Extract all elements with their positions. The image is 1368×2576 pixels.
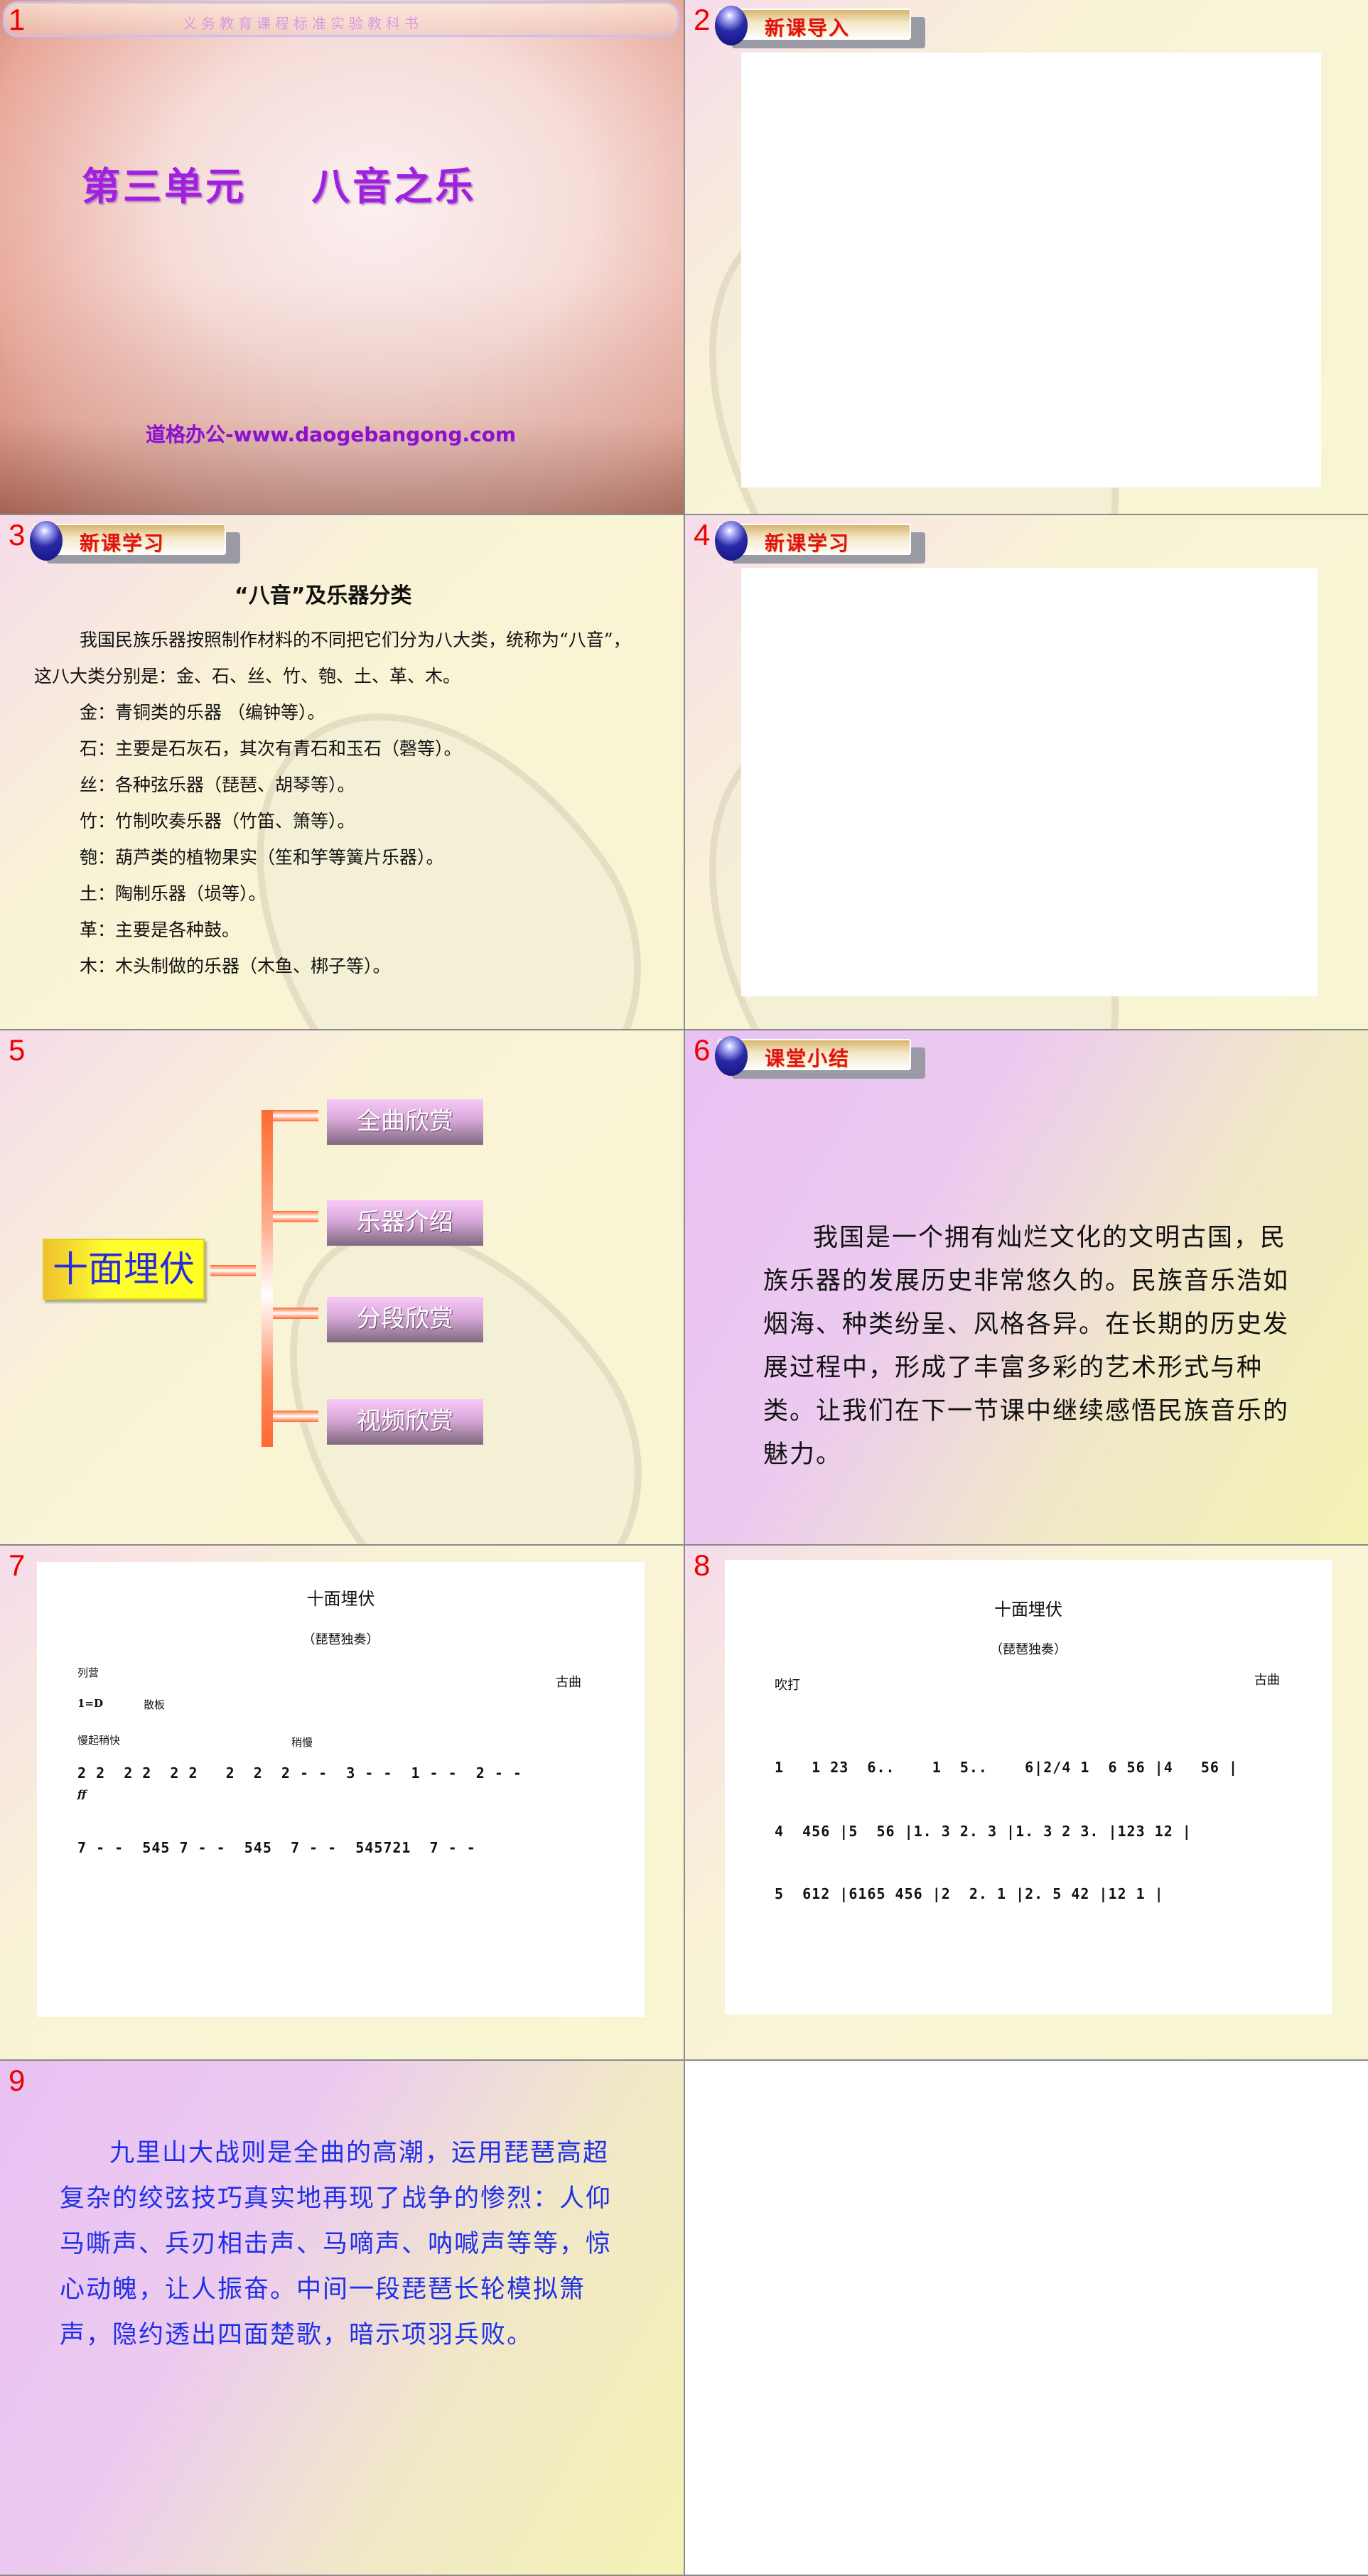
- badge-label: 新课学习: [80, 532, 166, 555]
- stage-photo: [0, 279, 684, 514]
- slide-thumbnail-4[interactable]: 4 新课学习: [685, 515, 1368, 1029]
- slide-number: 5: [9, 1033, 26, 1067]
- badge-label: 课堂小结: [765, 1047, 851, 1070]
- empty-cell: [685, 2061, 1368, 2575]
- slide-number: 2: [694, 3, 711, 36]
- list-item: 丝：各种弦乐器（琵琶、胡琴等）。: [80, 775, 355, 795]
- tempo-label: 稍慢: [291, 1736, 313, 1749]
- section-badge: 新课导入: [715, 6, 925, 48]
- slide-thumbnail-8[interactable]: 8 十面埋伏 （琵琶独奏） 吹打 古曲 1 1 23 6.. 1 5.. 6|2…: [685, 1546, 1368, 2059]
- composer-label: 古曲: [1254, 1673, 1280, 1688]
- topic-box: 十面埋伏: [43, 1239, 205, 1300]
- section-badge: 课堂小结: [715, 1036, 925, 1079]
- list-item: 竹：竹制吹奏乐器（竹笛、箫等）。: [80, 811, 355, 831]
- connector-line: [273, 1308, 318, 1319]
- notation-row: 2 2 2 2 2 2 2 2 2 - - 3 - - 1 - - 2 - -: [77, 1764, 522, 1782]
- badge-label: 新课导入: [765, 16, 851, 40]
- notation-row: 4 456 |5 56 |1. 3 2. 3 |1. 3 2 3. |123 1…: [775, 1823, 1192, 1840]
- orb-icon: [30, 521, 63, 561]
- score-subtitle: （琵琶独奏）: [990, 1642, 1067, 1657]
- section-label: 吹打: [775, 1678, 800, 1693]
- summary-text: 我国是一个拥有灿烂文化的文明古国，民族乐器的发展历史非常悠久的。民族音乐浩如烟海…: [763, 1224, 1290, 1469]
- banner-text: 义务教育课程标准实验教科书: [183, 15, 423, 32]
- description-text: 九里山大战则是全曲的高潮，运用琵琶高超复杂的绞弦技巧真实地再现了战争的惨烈：人仰…: [60, 2139, 613, 2349]
- content-placeholder: [741, 568, 1318, 996]
- section-listen-button[interactable]: 分段欣赏: [327, 1297, 483, 1342]
- slide-number: 1: [9, 3, 26, 36]
- bracket-line: [262, 1110, 273, 1447]
- connector-line: [210, 1265, 256, 1276]
- slide-thumbnail-6[interactable]: 6 课堂小结 我国是一个拥有灿烂文化的文明古国，民族乐器的发展历史非常悠久的。民…: [685, 1030, 1368, 1544]
- slide-number: 3: [9, 518, 26, 551]
- orb-icon: [715, 521, 748, 561]
- orb-icon: [715, 6, 748, 45]
- score-subtitle: （琵琶独奏）: [302, 1632, 379, 1647]
- slide-number: 8: [694, 1548, 711, 1582]
- section-badge: 新课学习: [715, 521, 925, 564]
- slide-thumbnail-7[interactable]: 7 十面埋伏 （琵琶独奏） 列营 古曲 1=D 散板 慢起稍快 稍慢 2 2 2…: [0, 1546, 684, 2059]
- list-item: 革：主要是各种鼓。: [80, 920, 240, 940]
- slide-heading: “八音”及乐器分类: [235, 583, 412, 608]
- slide-title: 第三单元 八音之乐: [82, 164, 477, 209]
- music-score: 十面埋伏 （琵琶独奏） 吹打 古曲 1 1 23 6.. 1 5.. 6|2/4…: [725, 1560, 1332, 2015]
- slide-grid: 义务教育课程标准实验教科书 1 第三单元 八音之乐 道格办公-www.daoge…: [0, 0, 1368, 2575]
- instrument-intro-button[interactable]: 乐器介绍: [327, 1200, 483, 1246]
- section-label: 列营: [77, 1666, 99, 1679]
- content-placeholder: [741, 53, 1321, 487]
- connector-line: [273, 1211, 318, 1222]
- composer-label: 古曲: [556, 1675, 581, 1690]
- slide-thumbnail-5[interactable]: 5 十面埋伏 全曲欣赏 乐器介绍 分段欣赏 视频欣赏: [0, 1030, 684, 1544]
- list-item: 石：主要是石灰石，其次有青石和玉石（磬等）。: [80, 738, 462, 759]
- connector-line: [273, 1411, 318, 1422]
- list-item: 匏：葫芦类的植物果实（笙和竽等簧片乐器）。: [80, 847, 444, 868]
- slide-thumbnail-3[interactable]: 3 新课学习 “八音”及乐器分类 我国民族乐器按照制作材料的不同把它们分为八大类…: [0, 515, 684, 1029]
- score-title: 十面埋伏: [994, 1600, 1062, 1620]
- slide-thumbnail-1[interactable]: 义务教育课程标准实验教科书 1 第三单元 八音之乐 道格办公-www.daoge…: [0, 0, 684, 514]
- list-item: 金：青铜类的乐器 （编钟等）。: [80, 702, 325, 723]
- key-signature: 1=D: [77, 1697, 104, 1710]
- meter-label: 散板: [144, 1698, 166, 1711]
- full-song-button[interactable]: 全曲欣赏: [327, 1099, 483, 1145]
- orb-icon: [715, 1036, 748, 1076]
- slide-number: 4: [694, 518, 711, 551]
- notation-row: 5 612 |6165 456 |2 2. 1 |2. 5 42 |12 1 |: [775, 1885, 1164, 1902]
- notation-row: 1 1 23 6.. 1 5.. 6|2/4 1 6 56 |4 56 |: [775, 1759, 1239, 1776]
- notation-row: 7 - - 545 7 - - 545 7 - - 545721 7 - -: [77, 1839, 476, 1856]
- badge-label: 新课学习: [765, 532, 851, 555]
- list-item: 土：陶制乐器（埙等）。: [80, 883, 266, 904]
- connector-line: [273, 1110, 318, 1121]
- slide-number: 7: [9, 1548, 26, 1582]
- top-banner: 义务教育课程标准实验教科书: [3, 1, 679, 37]
- slide-number: 9: [9, 2064, 26, 2097]
- section-badge: 新课学习: [30, 521, 240, 564]
- score-title: 十面埋伏: [306, 1589, 375, 1609]
- slide-thumbnail-9[interactable]: 9 九里山大战则是全曲的高潮，运用琵琶高超复杂的绞弦技巧真实地再现了战争的惨烈：…: [0, 2061, 684, 2575]
- website-text: 道格办公-www.daogebangong.com: [146, 423, 517, 446]
- intro-paragraph: 我国民族乐器按照制作材料的不同把它们分为八大类，统称为“八音”，这八大类分别是：…: [34, 630, 631, 686]
- tempo-label: 慢起稍快: [77, 1734, 121, 1747]
- music-score: 十面埋伏 （琵琶独奏） 列营 古曲 1=D 散板 慢起稍快 稍慢 2 2 2 2…: [37, 1562, 645, 2017]
- video-button[interactable]: 视频欣赏: [327, 1399, 483, 1445]
- slide-thumbnail-2[interactable]: 2 新课导入: [685, 0, 1368, 514]
- slide-number: 6: [694, 1033, 711, 1067]
- classification-text: 我国民族乐器按照制作材料的不同把它们分为八大类，统称为“八音”，这八大类分别是：…: [34, 622, 638, 984]
- list-item: 木：木头制做的乐器（木鱼、梆子等）。: [80, 956, 391, 976]
- dynamic-mark: ff: [77, 1788, 87, 1801]
